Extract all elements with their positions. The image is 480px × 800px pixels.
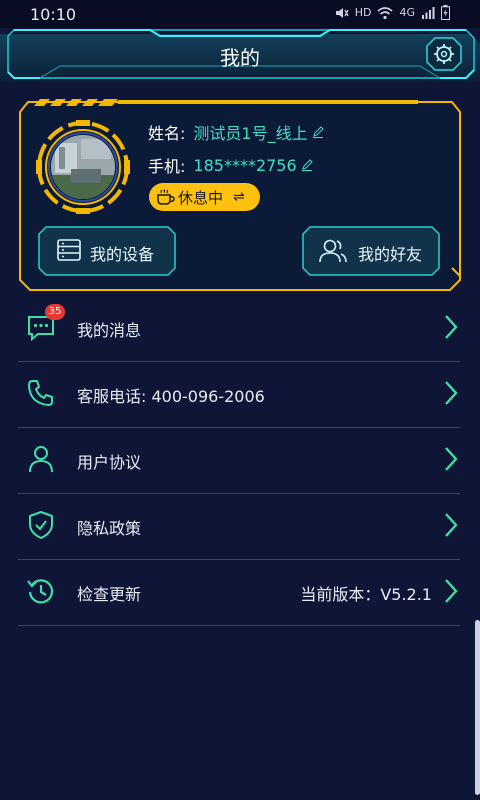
wifi-icon — [377, 6, 393, 19]
chevron-right-icon — [445, 315, 458, 339]
name-row: 姓名: 测试员1号_线上 — [148, 120, 324, 144]
phone-icon — [28, 380, 53, 406]
chevron-right-icon — [445, 447, 458, 471]
name-label: 姓名: — [148, 124, 186, 143]
menu-item-privacy-policy[interactable]: 隐私政策 — [18, 494, 460, 560]
my-friends-button[interactable]: 我的好友 — [302, 226, 440, 276]
app-header: 我的 — [0, 28, 480, 82]
profile-card: 姓名: 测试员1号_线上 手机: 185****2756 休息中 ⇌ 我的设备 … — [18, 98, 462, 294]
avatar-photo — [51, 135, 115, 199]
coffee-cup-icon — [157, 189, 175, 205]
chevron-right-icon — [445, 513, 458, 537]
user-icon — [29, 446, 53, 473]
scrollbar[interactable] — [475, 620, 480, 795]
current-version: 当前版本：V5.2.1 — [300, 585, 432, 604]
signal-icon — [422, 6, 435, 19]
privacy-policy-label: 隐私政策 — [77, 519, 142, 538]
history-icon — [27, 579, 54, 604]
mute-icon — [335, 7, 349, 18]
unread-badge: 35 — [45, 304, 65, 320]
check-update-label: 检查更新 — [77, 585, 142, 604]
settings-button[interactable] — [426, 37, 462, 71]
menu-item-customer-service[interactable]: 客服电话: 400-096-2006 — [18, 362, 460, 428]
phone-row: 手机: 185****2756 — [148, 153, 313, 177]
user-agreement-label: 用户协议 — [77, 453, 142, 472]
work-status-toggle[interactable]: 休息中 ⇌ — [149, 183, 260, 211]
messages-label: 我的消息 — [77, 321, 142, 340]
my-devices-label: 我的设备 — [90, 245, 155, 264]
battery-icon — [441, 5, 450, 20]
friends-icon — [319, 239, 347, 263]
name-value: 测试员1号_线上 — [193, 124, 308, 143]
shield-icon — [29, 511, 53, 539]
profile-page: 10:10 HD 4G 我的 姓名: 测试员1号_线上 手机: 185****2… — [0, 0, 480, 800]
phone-value: 185****2756 — [193, 155, 297, 175]
menu-item-messages[interactable]: 35 我的消息 — [18, 296, 460, 362]
phone-label: 手机: — [148, 157, 186, 176]
my-friends-label: 我的好友 — [358, 245, 423, 264]
chevron-right-icon — [445, 381, 458, 405]
gear-icon — [426, 37, 462, 71]
swap-icon: ⇌ — [233, 189, 245, 205]
device-list-icon — [57, 239, 81, 261]
hd-label: HD — [354, 6, 372, 19]
menu-item-user-agreement[interactable]: 用户协议 — [18, 428, 460, 494]
work-status-text: 休息中 — [178, 188, 224, 207]
my-devices-button[interactable]: 我的设备 — [38, 226, 176, 276]
edit-name-icon[interactable] — [312, 123, 324, 142]
menu-item-check-update[interactable]: 检查更新 当前版本：V5.2.1 — [18, 560, 460, 626]
page-title: 我的 — [220, 46, 260, 70]
edit-phone-icon[interactable] — [301, 156, 313, 175]
settings-menu: 35 我的消息 客服电话: 400-096-2006 用户协议 隐私政策 检查更… — [18, 296, 460, 626]
avatar[interactable] — [36, 120, 130, 214]
status-bar: 10:10 HD 4G — [0, 0, 480, 28]
status-icons: HD 4G — [335, 5, 450, 20]
status-time: 10:10 — [30, 5, 77, 24]
customer-service-label: 客服电话: 400-096-2006 — [77, 387, 265, 406]
network-label: 4G — [399, 6, 415, 19]
chevron-right-icon — [445, 579, 458, 603]
